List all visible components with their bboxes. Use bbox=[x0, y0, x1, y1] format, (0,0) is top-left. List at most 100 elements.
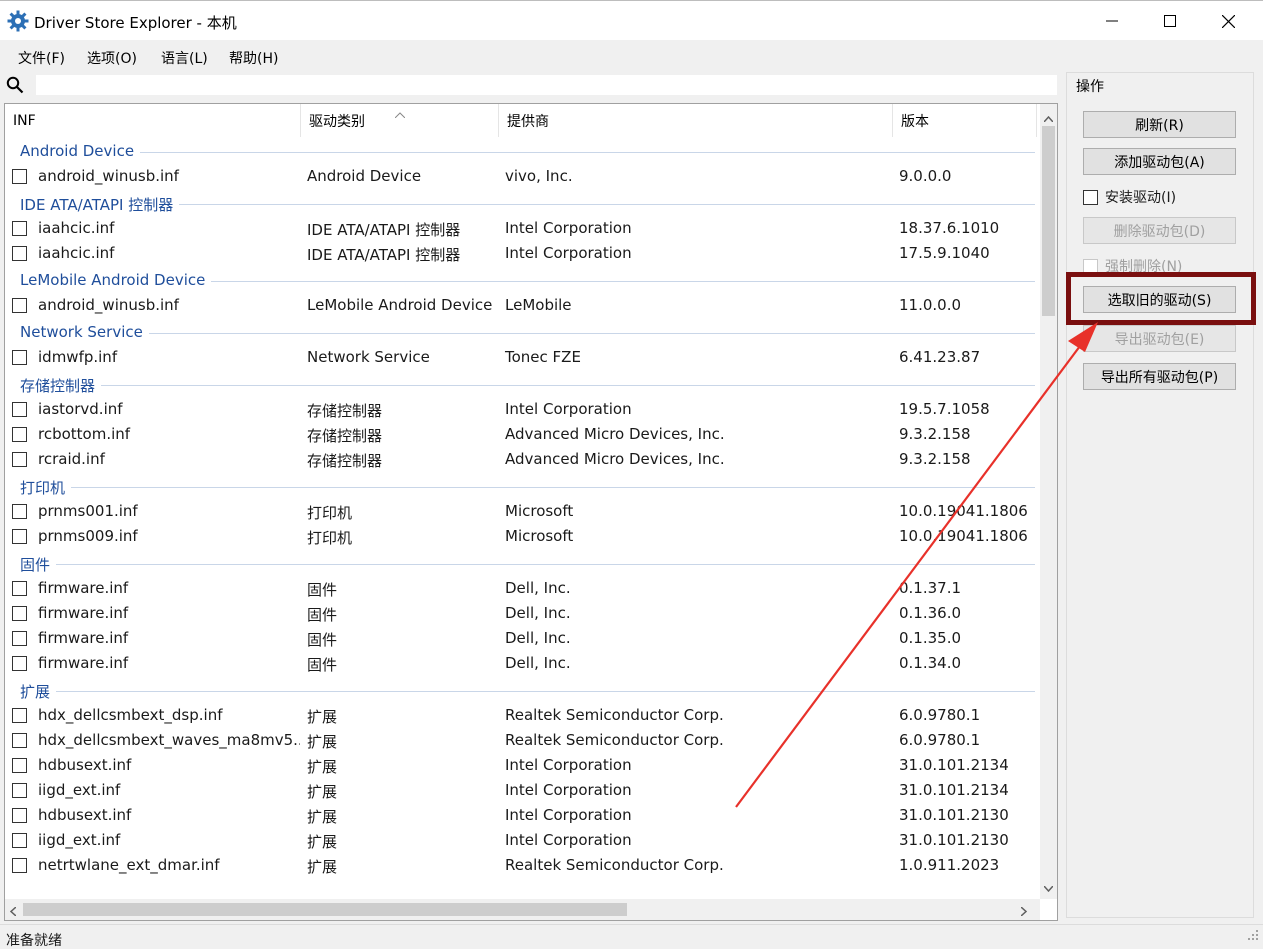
row-checkbox[interactable] bbox=[12, 606, 27, 621]
search-input[interactable] bbox=[36, 75, 1057, 95]
row-checkbox[interactable] bbox=[12, 858, 27, 873]
cell-provider: Dell, Inc. bbox=[505, 604, 571, 622]
column-header-version[interactable]: 版本 bbox=[893, 104, 1037, 137]
table-row[interactable]: iaahcic.inf IDE ATA/ATAPI 控制器 Intel Corpor… bbox=[5, 216, 1037, 241]
table-row[interactable]: hdbusext.inf 扩展 Intel Corporation 31.0.101.… bbox=[5, 803, 1037, 828]
table-row[interactable]: firmware.inf 固件 Dell, Inc. 0.1.34.0 bbox=[5, 651, 1037, 676]
group-header[interactable]: 扩展 bbox=[5, 676, 1037, 703]
row-checkbox[interactable] bbox=[12, 529, 27, 544]
install-driver-checkbox[interactable]: 安装驱动(I) bbox=[1083, 187, 1176, 207]
cell-inf: idmwfp.inf bbox=[38, 348, 118, 366]
table-row[interactable]: android_winusb.inf LeMobile Android Devic… bbox=[5, 293, 1037, 318]
group-header[interactable]: 存储控制器 bbox=[5, 370, 1037, 397]
table-row[interactable]: rcbottom.inf 存储控制器 Advanced Micro Devices,… bbox=[5, 422, 1037, 447]
row-checkbox[interactable] bbox=[12, 783, 27, 798]
table-row[interactable]: firmware.inf 固件 Dell, Inc. 0.1.37.1 bbox=[5, 576, 1037, 601]
vertical-scroll-thumb[interactable] bbox=[1042, 126, 1055, 316]
cell-category: 扩展 bbox=[307, 758, 338, 776]
cell-inf: iigd_ext.inf bbox=[38, 781, 121, 799]
checkbox-box[interactable] bbox=[1083, 189, 1098, 205]
row-checkbox[interactable] bbox=[12, 452, 27, 467]
horizontal-scrollbar[interactable] bbox=[5, 899, 1040, 920]
table-row[interactable]: firmware.inf 固件 Dell, Inc. 0.1.35.0 bbox=[5, 626, 1037, 651]
menu-language[interactable]: 语言(L) bbox=[161, 48, 208, 68]
export-driver-button[interactable]: 导出驱动包(E) bbox=[1083, 325, 1236, 352]
table-row[interactable]: android_winusb.inf Android Device vivo, In… bbox=[5, 164, 1037, 189]
row-checkbox[interactable] bbox=[12, 169, 27, 184]
table-row[interactable]: rcraid.inf 存储控制器 Advanced Micro Devices, I… bbox=[5, 447, 1037, 472]
group-header[interactable]: Android Device bbox=[5, 137, 1037, 164]
table-row[interactable]: hdx_dellcsmbext_dsp.inf 扩展 Realtek Semicon… bbox=[5, 703, 1037, 728]
menu-file[interactable]: 文件(F) bbox=[18, 48, 65, 68]
export-all-button[interactable]: 导出所有驱动包(P) bbox=[1083, 363, 1236, 390]
row-checkbox[interactable] bbox=[12, 504, 27, 519]
menu-options[interactable]: 选项(O) bbox=[87, 48, 137, 68]
table-row[interactable]: iigd_ext.inf 扩展 Intel Corporation 31.0.101.… bbox=[5, 828, 1037, 853]
table-row[interactable]: prnms001.inf 打印机 Microsoft 10.0.19041.1806 bbox=[5, 499, 1037, 524]
cell-version: 31.0.101.2134 bbox=[899, 781, 1009, 799]
group-header[interactable]: LeMobile Android Device bbox=[5, 266, 1037, 293]
cell-provider: Realtek Semiconductor Corp. bbox=[505, 856, 724, 874]
cell-version: 0.1.37.1 bbox=[899, 579, 962, 597]
cell-version: 6.0.9780.1 bbox=[899, 706, 981, 724]
row-checkbox[interactable] bbox=[12, 298, 27, 313]
cell-inf: firmware.inf bbox=[38, 579, 129, 597]
column-header-provider[interactable]: 提供商 bbox=[499, 104, 893, 137]
table-row[interactable]: idmwfp.inf Network Service Tonec FZE 6.41.2… bbox=[5, 345, 1037, 370]
row-checkbox[interactable] bbox=[12, 427, 27, 442]
table-row[interactable]: iigd_ext.inf 扩展 Intel Corporation 31.0.101.… bbox=[5, 778, 1037, 803]
horizontal-scroll-thumb[interactable] bbox=[23, 903, 627, 916]
maximize-button[interactable] bbox=[1141, 1, 1199, 41]
table-row[interactable]: firmware.inf 固件 Dell, Inc. 0.1.36.0 bbox=[5, 601, 1037, 626]
group-divider bbox=[20, 152, 1035, 153]
cell-provider: Realtek Semiconductor Corp. bbox=[505, 731, 724, 749]
row-checkbox[interactable] bbox=[12, 350, 27, 365]
table-row[interactable]: netrtwlane_ext_dmar.inf 扩展 Realtek Semicon… bbox=[5, 853, 1037, 878]
cell-version: 6.0.9780.1 bbox=[899, 731, 981, 749]
row-checkbox[interactable] bbox=[12, 758, 27, 773]
scroll-up-icon[interactable] bbox=[1043, 110, 1054, 126]
row-checkbox[interactable] bbox=[12, 402, 27, 417]
row-checkbox[interactable] bbox=[12, 221, 27, 236]
delete-driver-button[interactable]: 删除驱动包(D) bbox=[1083, 217, 1236, 244]
vertical-scrollbar[interactable] bbox=[1040, 104, 1057, 899]
group-header[interactable]: Network Service bbox=[5, 318, 1037, 345]
menu-help[interactable]: 帮助(H) bbox=[229, 48, 278, 68]
scroll-down-icon[interactable] bbox=[1043, 880, 1054, 896]
scroll-left-icon[interactable] bbox=[9, 904, 17, 920]
table-row[interactable]: iastorvd.inf 存储控制器 Intel Corporation 19.5.7… bbox=[5, 397, 1037, 422]
cell-inf: firmware.inf bbox=[38, 629, 129, 647]
group-divider bbox=[20, 487, 1035, 488]
operations-title: 操作 bbox=[1076, 79, 1104, 95]
group-title: 固件 bbox=[20, 554, 57, 575]
table-row[interactable]: iaahcic.inf IDE ATA/ATAPI 控制器 Intel Corpor… bbox=[5, 241, 1037, 266]
window-title: Driver Store Explorer - 本机 bbox=[34, 14, 237, 32]
group-header[interactable]: IDE ATA/ATAPI 控制器 bbox=[5, 189, 1037, 216]
row-checkbox[interactable] bbox=[12, 631, 27, 646]
cell-category: 存储控制器 bbox=[307, 427, 383, 445]
cell-inf: netrtwlane_ext_dmar.inf bbox=[38, 856, 220, 874]
column-header-inf[interactable]: INF bbox=[5, 104, 301, 137]
cell-category: 打印机 bbox=[307, 504, 353, 522]
scroll-right-icon[interactable] bbox=[1020, 904, 1028, 920]
table-row[interactable]: hdbusext.inf 扩展 Intel Corporation 31.0.101.… bbox=[5, 753, 1037, 778]
add-driver-button[interactable]: 添加驱动包(A) bbox=[1083, 148, 1236, 175]
close-button[interactable] bbox=[1199, 1, 1257, 41]
row-checkbox[interactable] bbox=[12, 833, 27, 848]
cell-category: 打印机 bbox=[307, 529, 353, 547]
row-checkbox[interactable] bbox=[12, 708, 27, 723]
row-checkbox[interactable] bbox=[12, 808, 27, 823]
table-row[interactable]: hdx_dellcsmbext_waves_ma8mv5... 扩展 Realtek… bbox=[5, 728, 1037, 753]
row-checkbox[interactable] bbox=[12, 656, 27, 671]
group-header[interactable]: 打印机 bbox=[5, 472, 1037, 499]
row-checkbox[interactable] bbox=[12, 733, 27, 748]
group-header[interactable]: 固件 bbox=[5, 549, 1037, 576]
cell-inf: iaahcic.inf bbox=[38, 219, 115, 237]
status-bar: 准备就绪 bbox=[0, 924, 1263, 949]
resize-grip-icon[interactable] bbox=[1247, 929, 1259, 945]
table-row[interactable]: prnms009.inf 打印机 Microsoft 10.0.19041.1806 bbox=[5, 524, 1037, 549]
row-checkbox[interactable] bbox=[12, 246, 27, 261]
refresh-button[interactable]: 刷新(R) bbox=[1083, 111, 1236, 138]
minimize-button[interactable] bbox=[1083, 1, 1141, 41]
row-checkbox[interactable] bbox=[12, 581, 27, 596]
